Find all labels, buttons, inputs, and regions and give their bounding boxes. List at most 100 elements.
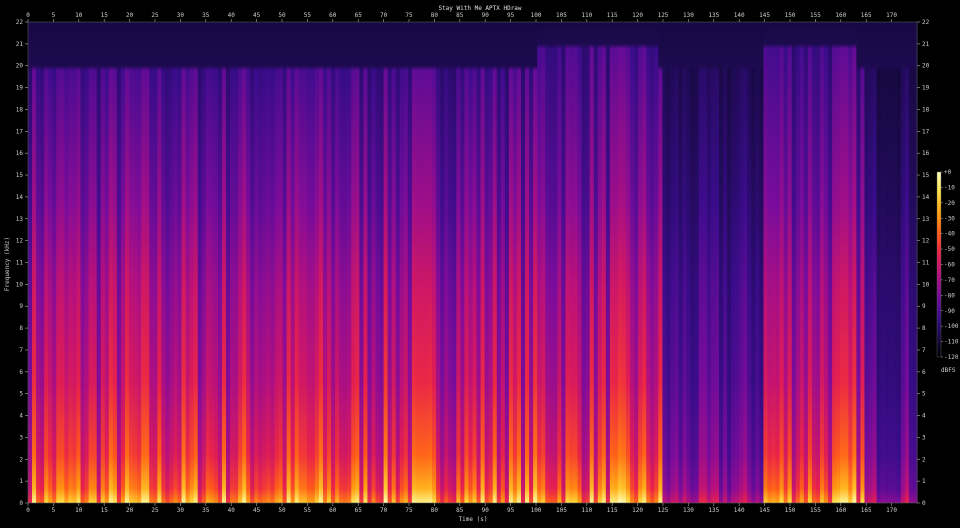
spectrogram-column: [124, 22, 130, 503]
spectrogram-column: [674, 22, 680, 503]
y-tick-label: 0: [19, 500, 23, 507]
y-tick-label: 12: [922, 238, 930, 245]
y-tick-label: 7: [922, 347, 926, 354]
spectrogram-column: [116, 22, 122, 503]
x-tick-label: 170: [886, 507, 897, 514]
spectrogram-column: [888, 22, 894, 503]
y-axis-label: Frequency (kHz): [4, 237, 11, 291]
spectrogram-column: [597, 22, 603, 503]
spectrogram-column: [258, 22, 263, 503]
x-tick-label: 70: [380, 12, 388, 19]
spectrogram-column: [666, 22, 672, 503]
spectrogram-column: [157, 22, 162, 503]
x-tick-label: 55: [304, 12, 312, 19]
spectrogram-column: [763, 22, 769, 503]
y-tick-label: 20: [922, 63, 930, 70]
spectrogram-column: [432, 22, 437, 503]
spectrogram-column: [533, 22, 538, 503]
spectrogram-column: [112, 22, 118, 503]
colorbar-tick-label: -120: [944, 354, 959, 361]
spectrogram-column: [480, 22, 486, 503]
x-tick-label: 75: [405, 507, 413, 514]
y-tick-label: 13: [922, 216, 930, 223]
spectrogram-column: [407, 22, 413, 503]
spectrogram-column: [884, 22, 890, 503]
y-tick-label: 5: [19, 391, 23, 398]
spectrogram-column: [444, 22, 449, 503]
spectrogram-column: [868, 22, 874, 503]
spectrogram-column: [266, 22, 272, 503]
x-tick-label: 115: [607, 12, 618, 19]
spectrogram-column: [759, 22, 765, 503]
spectrogram-column: [48, 22, 53, 503]
x-axis-bottom: 0 5 10 15 20 25 30 35 40 45 50 55 60 65 70 75 80 85 90 95 10…: [26, 503, 897, 514]
spectrogram-column: [630, 22, 635, 503]
colorbar-tick-label: -50: [944, 246, 955, 253]
colorbar-tick-label: -30: [944, 215, 955, 222]
spectrogram-column: [464, 22, 470, 503]
x-tick-label: 25: [151, 507, 159, 514]
spectrogram-column: [230, 22, 235, 503]
spectrogram-column: [872, 22, 878, 503]
x-tick-label: 15: [101, 507, 109, 514]
y-tick-label: 16: [922, 150, 930, 157]
x-tick-label: 155: [810, 12, 821, 19]
spectrogram-column: [642, 22, 647, 503]
y-tick-label: 8: [922, 325, 926, 332]
spectrogram-column: [246, 22, 251, 503]
spectrogram-column: [710, 22, 716, 503]
spectrogram-column: [100, 22, 106, 503]
colorbar-tick-label: -60: [944, 262, 955, 269]
spectrogram-column: [719, 22, 724, 503]
x-tick-label: 145: [759, 12, 770, 19]
spectrogram-column: [900, 22, 906, 503]
x-tick-label: 100: [531, 12, 542, 19]
y-tick-label: 10: [16, 281, 24, 288]
spectrogram-column: [347, 22, 352, 503]
x-tick-label: 130: [683, 507, 694, 514]
spectrogram-column: [452, 22, 457, 503]
x-tick-label: 110: [581, 507, 592, 514]
spectrogram-column: [836, 22, 841, 503]
spectrogram-column: [807, 22, 813, 503]
spectrogram-column: [646, 22, 651, 503]
spectrogram-column: [617, 22, 623, 503]
spectrogram-column: [613, 22, 619, 503]
y-tick-label: 1: [19, 478, 23, 485]
spectrogram-column: [318, 22, 324, 503]
spectrogram-column: [557, 22, 562, 503]
spectrogram-column: [565, 22, 571, 503]
y-tick-label: 2: [922, 456, 926, 463]
spectrogram-column: [72, 22, 78, 503]
y-tick-label: 3: [922, 434, 926, 441]
spectrogram-column: [892, 22, 898, 503]
colorbar-tick-label: -10: [944, 184, 955, 191]
y-tick-label: 7: [19, 347, 23, 354]
spectrogram-column: [791, 22, 797, 503]
spectrogram-column: [379, 22, 385, 503]
spectrogram-column: [205, 22, 211, 503]
spectrogram-column: [104, 22, 110, 503]
x-tick-label: 25: [151, 12, 159, 19]
spectrogram-column: [44, 22, 49, 503]
spectrogram-column: [747, 22, 752, 503]
x-tick-label: 90: [482, 507, 490, 514]
spectrogram-column: [525, 22, 530, 503]
spectrogram-column: [743, 22, 748, 503]
spectrogram-column: [775, 22, 781, 503]
y-tick-label: 5: [922, 391, 926, 398]
y-tick-label: 14: [16, 194, 24, 201]
spectrogram-column: [80, 22, 86, 503]
spectrogram-column: [343, 22, 348, 503]
spectrogram-column: [387, 22, 393, 503]
spectrogram-column: [335, 22, 340, 503]
spectrogram-column: [399, 22, 405, 503]
spectrogram-column: [654, 22, 659, 503]
spectrogram-column: [795, 22, 801, 503]
colorbar-label: dBFS: [941, 367, 956, 374]
x-tick-label: 20: [126, 507, 134, 514]
spectrogram-column: [500, 22, 506, 503]
spectrogram-column: [880, 22, 886, 503]
x-axis-top: 0 5 10 15 20 25 30 35 40 45 50 55 60 65 70 75 80 85 90 95 10…: [26, 12, 897, 22]
spectrogram-column: [448, 22, 453, 503]
